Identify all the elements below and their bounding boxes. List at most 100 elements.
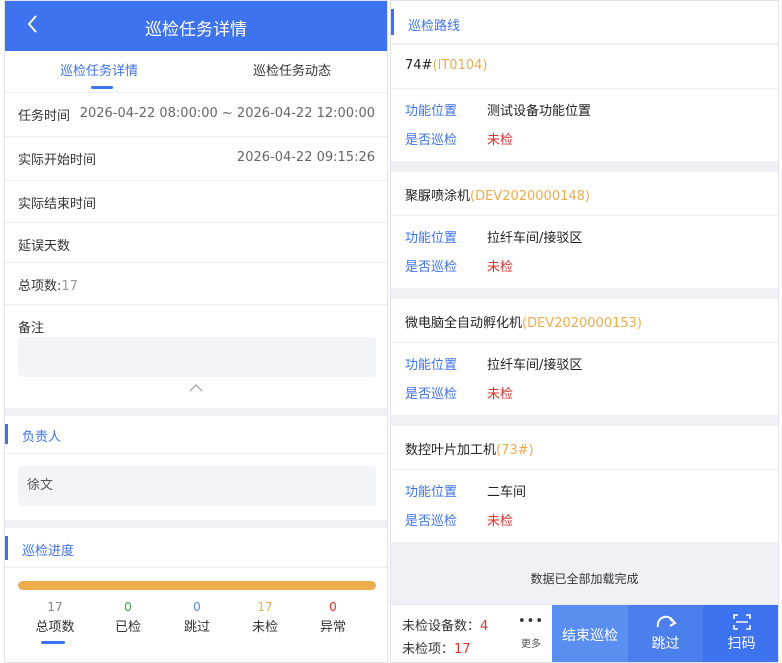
route-item-code: (DEV2020000148)	[470, 189, 590, 204]
route-item-code: (73#)	[496, 443, 534, 458]
route-item-name: 微电脑全自动孵化机	[405, 316, 523, 331]
total-items-value: 17	[61, 279, 78, 294]
page-title: 巡检任务详情	[145, 20, 247, 40]
route-item[interactable]: 74#(IT0104) 功能位置 测试设备功能位置 是否巡检 未检	[391, 45, 778, 161]
route-section-header: 巡检路线	[391, 1, 778, 44]
progress-bar-fill	[18, 581, 376, 590]
stat-abnormal-label: 异常	[319, 620, 346, 635]
more-button[interactable]: ••• 更多	[513, 615, 549, 651]
stat-checked[interactable]: 0 已检	[98, 600, 158, 635]
route-item-name: 74#	[405, 58, 433, 73]
skip-label: 跳过	[651, 636, 680, 652]
inspected-value: 未检	[487, 387, 514, 402]
inspected-value: 未检	[487, 133, 514, 148]
delay-days-label: 延误天数	[18, 239, 71, 254]
route-item-location: 功能位置 拉纤车间/接驳区	[405, 354, 582, 373]
stat-unchecked[interactable]: 17 未检	[235, 600, 295, 635]
task-time-value: 2026-04-22 08:00:00 ~ 2026-04-22 12:00:0…	[79, 106, 375, 121]
active-tab-indicator	[91, 86, 113, 89]
route-item-status: 是否巡检 未检	[405, 510, 513, 529]
stat-abnormal-value: 0	[329, 600, 337, 614]
route-item-status: 是否巡检 未检	[405, 129, 513, 148]
all-loaded-text: 数据已全部加载完成	[530, 572, 639, 586]
location-value: 测试设备功能位置	[487, 104, 592, 119]
redo-arrow-icon	[654, 613, 678, 631]
task-detail-panel: 巡检任务详情 巡检任务详情 巡检任务动态 任务时间 2026-04-22 08:…	[4, 0, 388, 663]
stat-checked-value: 0	[124, 600, 132, 614]
route-item-status: 是否巡检 未检	[405, 383, 513, 402]
route-item-location: 功能位置 测试设备功能位置	[405, 100, 591, 119]
more-label: 更多	[521, 639, 541, 650]
progress-section-title: 巡检进度	[22, 544, 75, 559]
uninspected-items-label: 未检项：	[402, 642, 455, 657]
progress-bar	[18, 581, 376, 590]
total-items-label: 总项数:	[18, 279, 62, 294]
location-value: 二车间	[487, 485, 527, 500]
inspected-label: 是否巡检	[405, 260, 458, 275]
route-item-title: 数控叶片加工机(73#)	[405, 439, 534, 458]
uninspected-devices-label: 未检设备数：	[402, 619, 481, 634]
route-item-location: 功能位置 二车间	[405, 481, 526, 500]
stat-skipped-label: 跳过	[183, 620, 210, 635]
stat-skipped[interactable]: 0 跳过	[167, 600, 227, 635]
route-item[interactable]: 微电脑全自动孵化机(DEV2020000153) 功能位置 拉纤车间/接驳区 是否…	[391, 299, 778, 415]
location-label: 功能位置	[405, 485, 458, 500]
owner-section-header: 负责人	[5, 416, 387, 454]
actual-start-label: 实际开始时间	[18, 153, 97, 168]
stat-unchecked-label: 未检	[251, 620, 278, 635]
location-label: 功能位置	[405, 104, 458, 119]
owner-name: 徐文	[27, 478, 54, 493]
route-item-title: 聚脲喷涂机(DEV2020000148)	[405, 185, 590, 204]
scan-button[interactable]: 扫码	[703, 605, 778, 662]
tab-task-detail[interactable]: 巡检任务详情	[60, 60, 138, 79]
tab-bar: 巡检任务详情 巡检任务动态	[5, 51, 387, 93]
stat-checked-label: 已检	[114, 620, 141, 635]
inspected-label: 是否巡检	[405, 387, 458, 402]
stat-total[interactable]: 17 总项数	[25, 600, 85, 635]
actual-start-value: 2026-04-22 09:15:26	[236, 150, 375, 165]
divider	[391, 215, 778, 216]
owner-field: 徐文	[18, 466, 376, 506]
delay-days-row: 延误天数	[5, 223, 387, 263]
stat-total-value: 17	[47, 600, 63, 614]
route-item-name: 数控叶片加工机	[405, 443, 497, 458]
location-value: 拉纤车间/接驳区	[487, 231, 583, 246]
task-time-label: 任务时间	[18, 109, 71, 124]
route-item[interactable]: 数控叶片加工机(73#) 功能位置 二车间 是否巡检 未检	[391, 426, 778, 542]
divider	[391, 88, 778, 89]
stat-abnormal[interactable]: 0 异常	[303, 600, 363, 635]
location-label: 功能位置	[405, 231, 458, 246]
uninspected-devices-value: 4	[480, 619, 489, 634]
stat-skipped-value: 0	[193, 600, 201, 614]
route-item-status: 是否巡检 未检	[405, 256, 513, 275]
end-inspection-label: 结束巡检	[562, 628, 618, 644]
total-items-field: 总项数:17	[18, 275, 78, 294]
active-stat-indicator	[41, 641, 65, 644]
stat-unchecked-value: 17	[257, 600, 273, 614]
section-accent-bar	[391, 9, 394, 35]
bottom-action-bar: 未检设备数：4 未检项：17 ••• 更多 结束巡检 跳过 扫码	[391, 604, 778, 662]
tab-task-activity[interactable]: 巡检任务动态	[253, 60, 331, 79]
actual-end-label: 实际结束时间	[18, 197, 97, 212]
end-inspection-button[interactable]: 结束巡检	[552, 605, 628, 662]
section-separator	[5, 408, 387, 416]
route-item-title: 微电脑全自动孵化机(DEV2020000153)	[405, 312, 642, 331]
section-accent-bar	[5, 536, 8, 560]
remark-textarea[interactable]	[18, 337, 376, 377]
actual-end-row: 实际结束时间	[5, 181, 387, 223]
route-item[interactable]: 聚脲喷涂机(DEV2020000148) 功能位置 拉纤车间/接驳区 是否巡检 未检	[391, 172, 778, 288]
route-item-name: 聚脲喷涂机	[405, 189, 471, 204]
divider	[391, 469, 778, 470]
inspected-value: 未检	[487, 260, 514, 275]
total-items-row: 总项数:17	[5, 263, 387, 305]
remark-label: 备注	[18, 321, 45, 336]
skip-button[interactable]: 跳过	[628, 605, 703, 662]
chevron-up-icon[interactable]	[189, 382, 203, 396]
inspected-value: 未检	[487, 514, 514, 529]
uninspected-items-value: 17	[454, 642, 471, 657]
inspected-label: 是否巡检	[405, 133, 458, 148]
route-item-title: 74#(IT0104)	[405, 58, 487, 73]
uninspected-devices: 未检设备数：4	[402, 615, 488, 634]
route-item-code: (IT0104)	[432, 58, 488, 73]
section-accent-bar	[5, 424, 8, 444]
